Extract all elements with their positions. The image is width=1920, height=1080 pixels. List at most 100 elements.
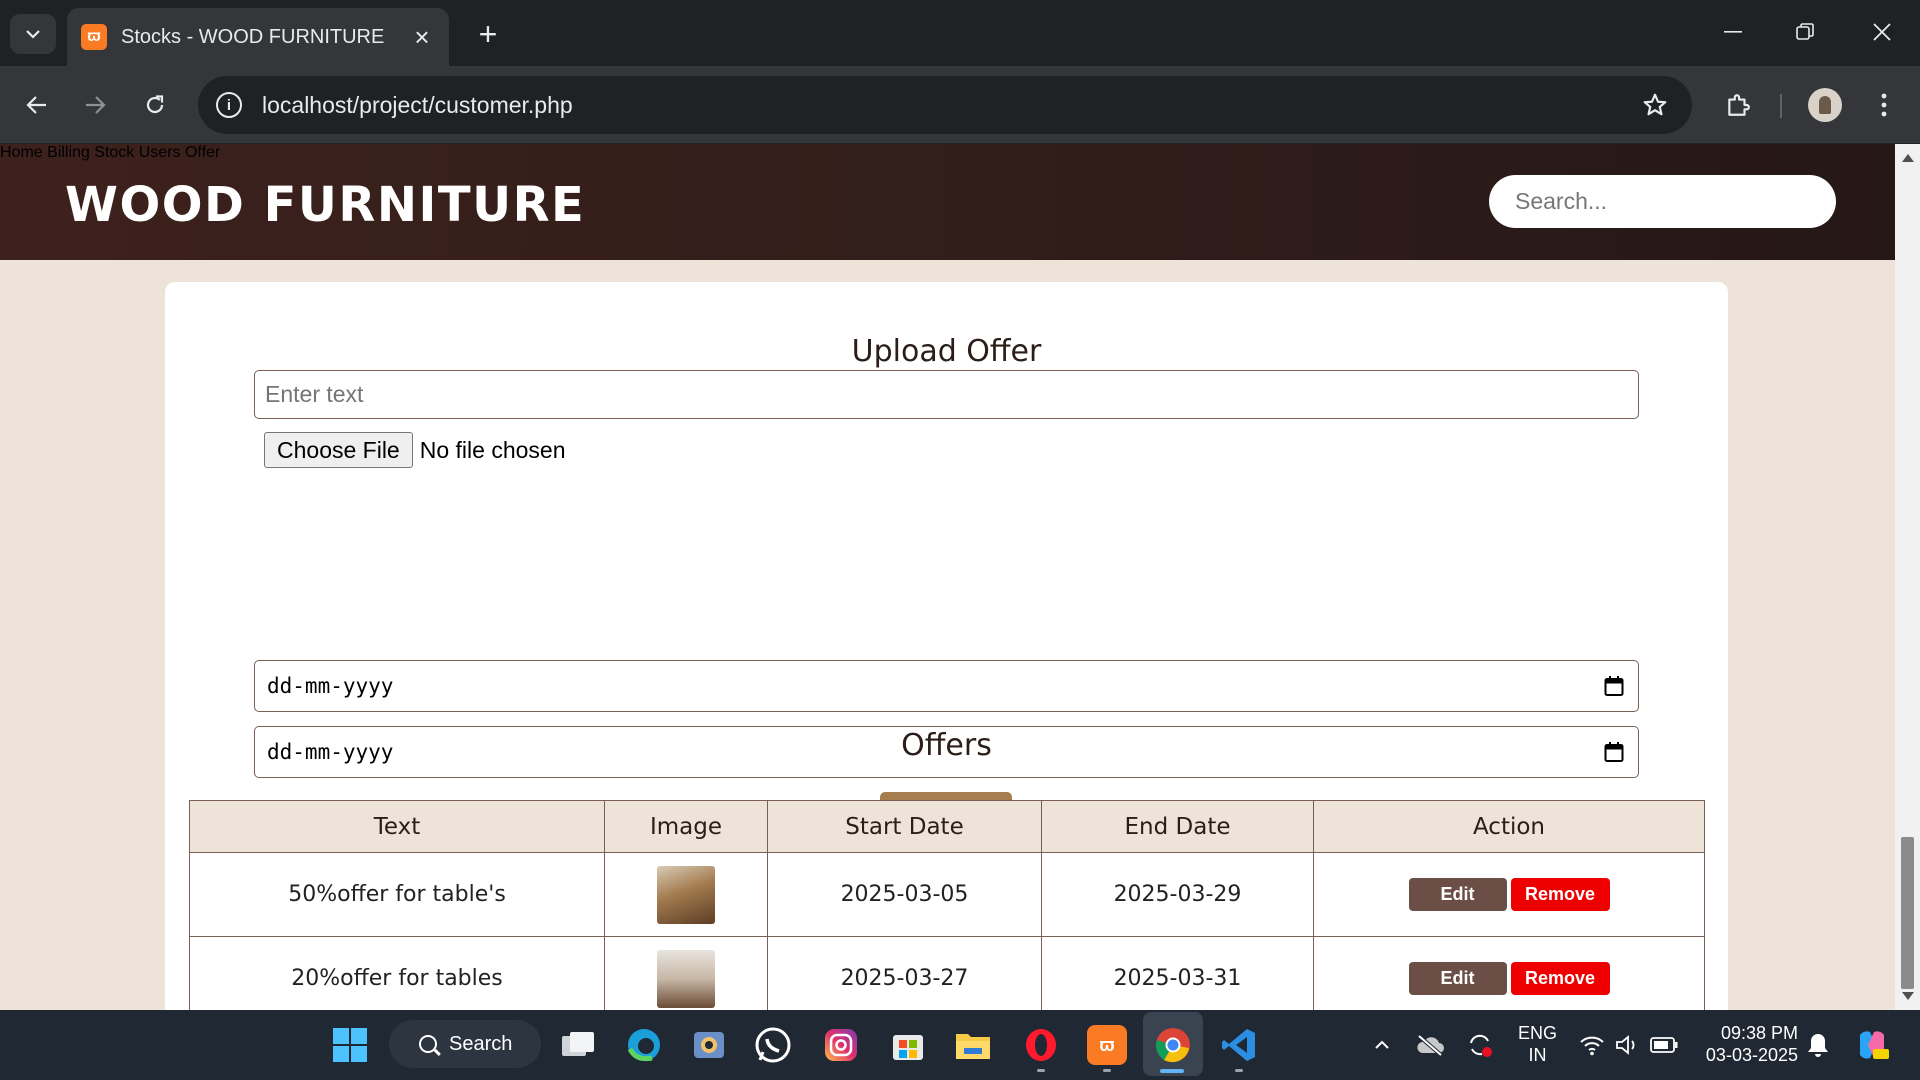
- running-indicator: [1037, 1069, 1045, 1072]
- offer-image-cell: [604, 852, 768, 937]
- upload-offer-heading: Upload Offer: [851, 334, 1042, 369]
- page-scrollbar[interactable]: [1895, 144, 1920, 1010]
- bookmark-star-icon[interactable]: [1640, 90, 1670, 120]
- tab-search-dropdown-icon[interactable]: [10, 14, 56, 54]
- sync-alert-icon[interactable]: [1460, 1025, 1500, 1065]
- language-region: IN: [1528, 1045, 1547, 1065]
- nav-stock[interactable]: Stock: [94, 144, 134, 161]
- column-header-end-date: End Date: [1041, 800, 1314, 853]
- remove-button[interactable]: Remove: [1510, 962, 1610, 995]
- browser-tab-bar: ϖ Stocks - WOOD FURNITURE × +: [0, 0, 1920, 66]
- offers-table: Text Image Start Date End Date Action 50…: [189, 800, 1705, 1010]
- taskbar-search-button[interactable]: Search: [389, 1020, 541, 1068]
- reload-icon[interactable]: [135, 85, 175, 125]
- language-code: ENG: [1518, 1023, 1558, 1043]
- column-header-action: Action: [1313, 800, 1705, 853]
- photos-app-icon[interactable]: [689, 1025, 729, 1065]
- edit-button[interactable]: Edit: [1408, 878, 1507, 911]
- back-arrow-icon[interactable]: [17, 85, 57, 125]
- running-indicator: [1103, 1069, 1111, 1072]
- volume-icon[interactable]: [1608, 1025, 1648, 1065]
- window-close-icon[interactable]: [1852, 10, 1912, 54]
- address-bar[interactable]: i localhost/project/customer.php: [198, 76, 1692, 134]
- instagram-icon[interactable]: [821, 1025, 861, 1065]
- clock-date: 03-03-2025: [1705, 1045, 1798, 1065]
- tab-close-icon[interactable]: ×: [409, 22, 435, 53]
- remove-button[interactable]: Remove: [1510, 878, 1610, 911]
- offer-text: 20%offer for tables: [189, 936, 605, 1010]
- choose-file-button[interactable]: Choose File: [264, 432, 413, 468]
- wifi-icon[interactable]: [1572, 1025, 1612, 1065]
- offer-start-date: 2025-03-05: [767, 852, 1042, 937]
- toolbar-divider: [1780, 94, 1782, 118]
- vscode-icon[interactable]: [1219, 1025, 1259, 1065]
- show-hidden-icons-chevron-icon[interactable]: [1362, 1025, 1402, 1065]
- browser-menu-kebab-icon[interactable]: [1864, 85, 1904, 125]
- input-language-indicator[interactable]: ENG IN: [1518, 1022, 1557, 1066]
- offer-start-date: 2025-03-27: [767, 936, 1042, 1010]
- nav-offer[interactable]: Offer: [185, 144, 220, 161]
- clock-time: 09:38 PM: [1720, 1023, 1798, 1043]
- offer-card: Upload Offer Enter text Choose File No f…: [165, 282, 1728, 1010]
- offer-image-cell: [604, 936, 768, 1010]
- start-date-input[interactable]: dd-mm-yyyy: [254, 660, 1639, 712]
- running-indicator: [1235, 1069, 1243, 1072]
- edit-button[interactable]: Edit: [1408, 962, 1507, 995]
- notification-bell-icon[interactable]: [1798, 1025, 1838, 1065]
- edge-browser-icon[interactable]: [624, 1025, 664, 1065]
- nav-users[interactable]: Users: [139, 144, 181, 161]
- windows-start-icon[interactable]: [330, 1025, 370, 1065]
- offer-actions: Edit Remove: [1313, 852, 1705, 937]
- task-view-icon[interactable]: [558, 1025, 598, 1065]
- active-app-indicator: [1160, 1069, 1184, 1073]
- offer-text-input[interactable]: Enter text: [254, 370, 1639, 419]
- nav-home[interactable]: Home: [0, 144, 43, 161]
- site-info-icon[interactable]: i: [216, 92, 242, 118]
- browser-toolbar: i localhost/project/customer.php: [0, 66, 1920, 144]
- onedrive-offline-icon[interactable]: [1410, 1025, 1450, 1065]
- battery-icon[interactable]: [1644, 1025, 1684, 1065]
- new-tab-plus-icon[interactable]: +: [468, 14, 508, 54]
- column-header-start-date: Start Date: [767, 800, 1042, 853]
- copilot-icon[interactable]: [1852, 1025, 1892, 1065]
- window-minimize-icon[interactable]: [1703, 10, 1763, 54]
- forward-arrow-icon[interactable]: [75, 85, 115, 125]
- calendar-icon[interactable]: [1604, 675, 1624, 697]
- column-header-text: Text: [189, 800, 605, 853]
- offer-image-thumbnail: [657, 949, 715, 1008]
- search-icon: [419, 1035, 437, 1053]
- profile-avatar[interactable]: [1808, 88, 1842, 122]
- offer-text: 50%offer for table's: [189, 852, 605, 937]
- offer-actions: Edit Remove: [1313, 936, 1705, 1010]
- table-header-row: Text Image Start Date End Date Action: [189, 800, 1705, 853]
- scrollbar-thumb[interactable]: [1901, 837, 1914, 989]
- whatsapp-icon[interactable]: [753, 1025, 793, 1065]
- taskbar-clock[interactable]: 09:38 PM 03-03-2025: [1700, 1022, 1798, 1066]
- page-viewport: WOOD FURNITURE Home Billing Stock Users …: [0, 144, 1895, 1010]
- offers-heading: Offers: [901, 728, 992, 763]
- file-explorer-icon[interactable]: [953, 1025, 993, 1065]
- microsoft-store-icon[interactable]: [888, 1025, 928, 1065]
- file-upload-row: Choose File No file chosen: [264, 432, 565, 468]
- table-row: 20%offer for tables 2025-03-27 2025-03-3…: [189, 936, 1705, 1010]
- xampp-icon: ϖ: [81, 24, 107, 50]
- offer-end-date: 2025-03-29: [1041, 852, 1314, 937]
- file-status-text: No file chosen: [419, 436, 566, 463]
- chrome-browser-icon[interactable]: [1153, 1025, 1193, 1065]
- taskbar-search-label: Search: [449, 1032, 513, 1055]
- offer-end-date: 2025-03-31: [1041, 936, 1314, 1010]
- extensions-puzzle-icon[interactable]: [1718, 85, 1758, 125]
- site-search-input[interactable]: Search...: [1489, 175, 1836, 228]
- nav-billing[interactable]: Billing: [47, 144, 90, 161]
- offer-image-thumbnail: [657, 865, 715, 924]
- scroll-up-arrow-icon[interactable]: [1902, 154, 1914, 162]
- site-header: WOOD FURNITURE Home Billing Stock Users …: [0, 144, 1895, 260]
- xampp-icon[interactable]: ϖ: [1087, 1025, 1127, 1065]
- windows-taskbar: Search ϖ ENG IN 09:38 PM 03-03-2025: [0, 1010, 1920, 1080]
- window-restore-icon[interactable]: [1775, 10, 1835, 54]
- address-bar-url[interactable]: localhost/project/customer.php: [262, 92, 1640, 119]
- site-brand-logo[interactable]: WOOD FURNITURE: [65, 177, 585, 233]
- opera-browser-icon[interactable]: [1021, 1025, 1061, 1065]
- browser-tab-active[interactable]: ϖ Stocks - WOOD FURNITURE ×: [67, 8, 449, 66]
- scroll-down-arrow-icon[interactable]: [1902, 992, 1914, 1000]
